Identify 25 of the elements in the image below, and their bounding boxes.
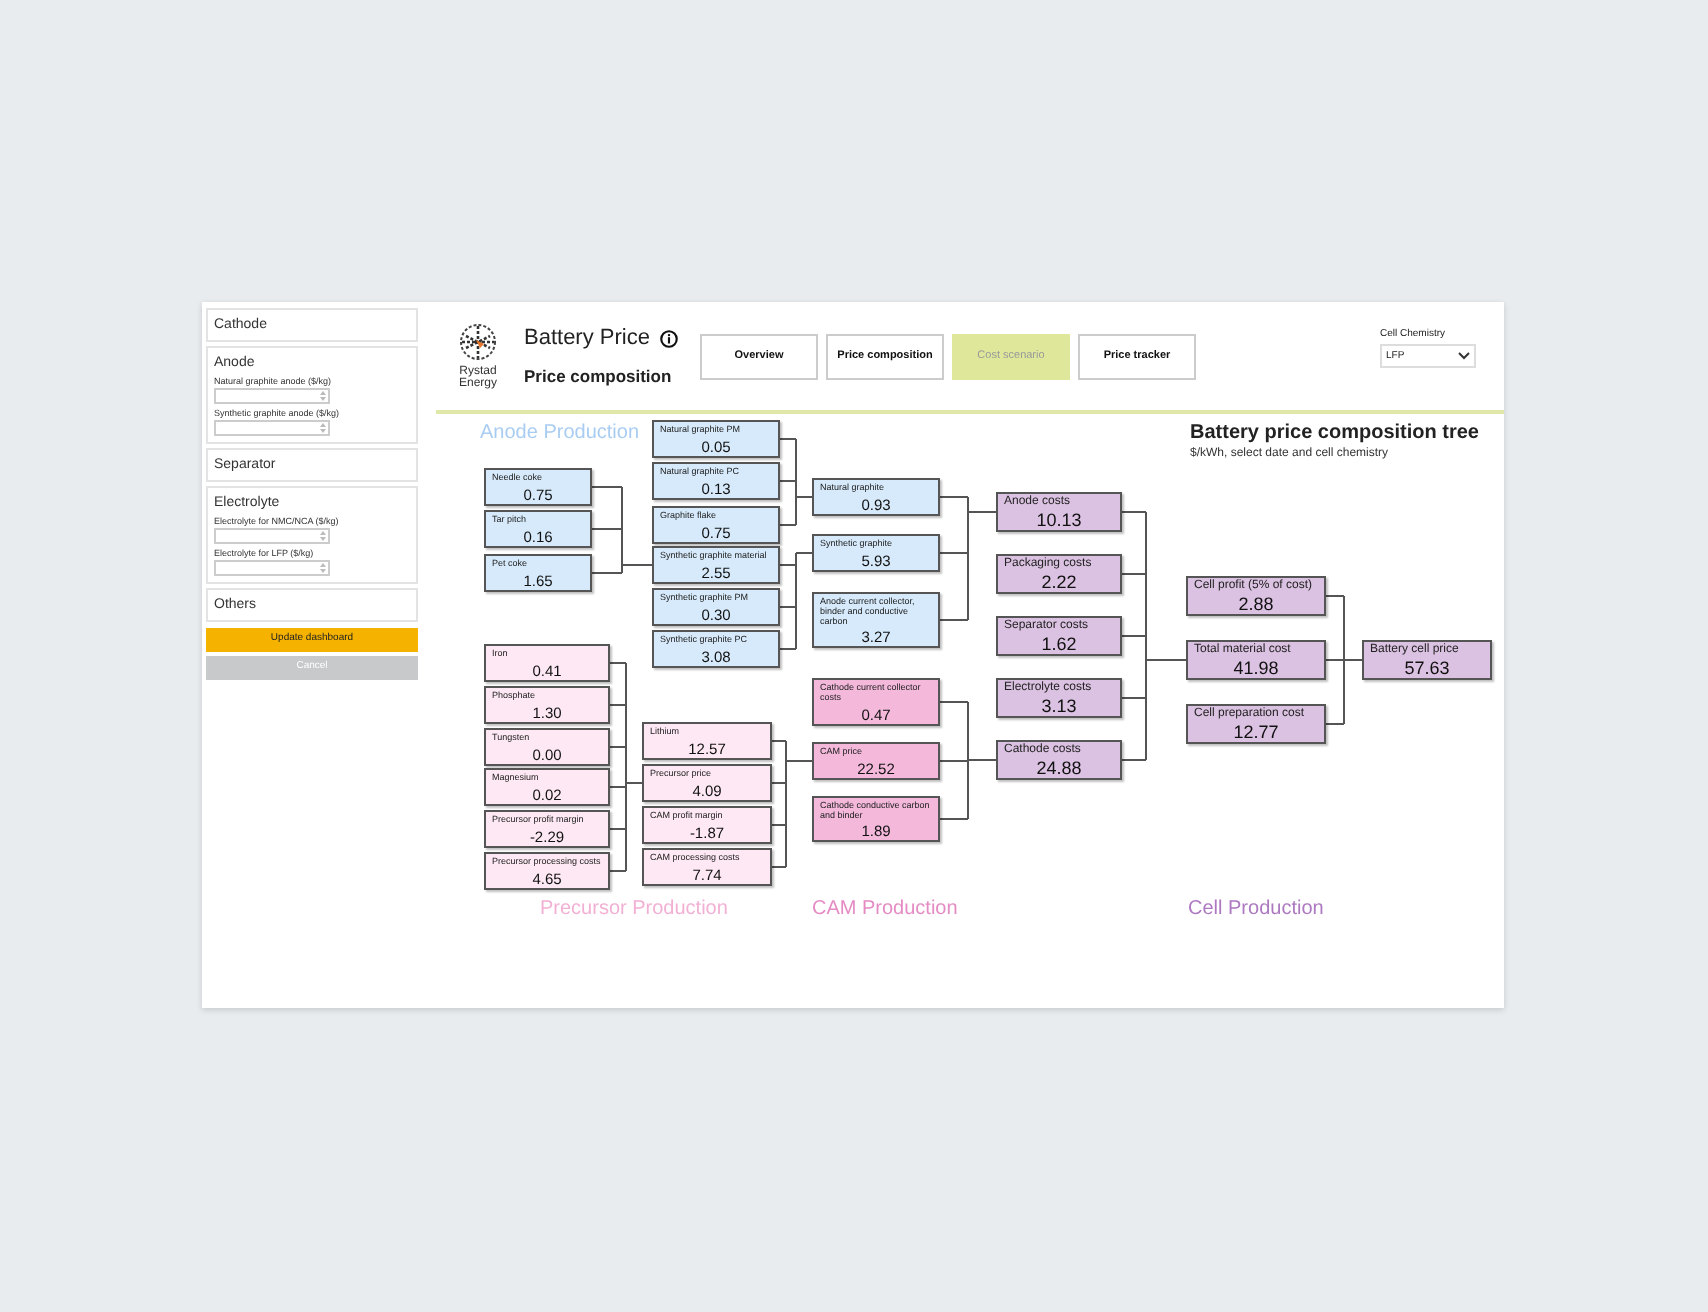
spinner-icon (320, 530, 326, 542)
number-field[interactable] (214, 420, 330, 436)
number-field[interactable] (214, 528, 330, 544)
section-label: CAM Production (812, 898, 958, 922)
info-icon[interactable] (659, 330, 678, 349)
page-title: Battery Price (524, 324, 650, 355)
connector-line (591, 486, 653, 574)
spinner-icon (320, 562, 326, 574)
connector-line (779, 438, 813, 526)
connector-line (779, 552, 813, 650)
globe-logo-icon (460, 323, 496, 359)
page-subtitle: Price composition (524, 363, 674, 390)
connector-line (1325, 595, 1363, 725)
connector-line (939, 701, 997, 820)
chevron-down-icon (1458, 352, 1470, 361)
number-field[interactable] (214, 560, 330, 576)
connector-line (771, 740, 813, 868)
section-label: Anode Production (480, 422, 640, 446)
section-label: Cell Production (1188, 898, 1324, 922)
connector-line (939, 496, 997, 621)
number-field[interactable] (214, 388, 330, 404)
spinner-icon (320, 390, 326, 402)
spinner-icon (320, 422, 326, 434)
section-label: Precursor Production (540, 898, 728, 922)
tree-title: Battery price composition tree (1190, 422, 1479, 446)
